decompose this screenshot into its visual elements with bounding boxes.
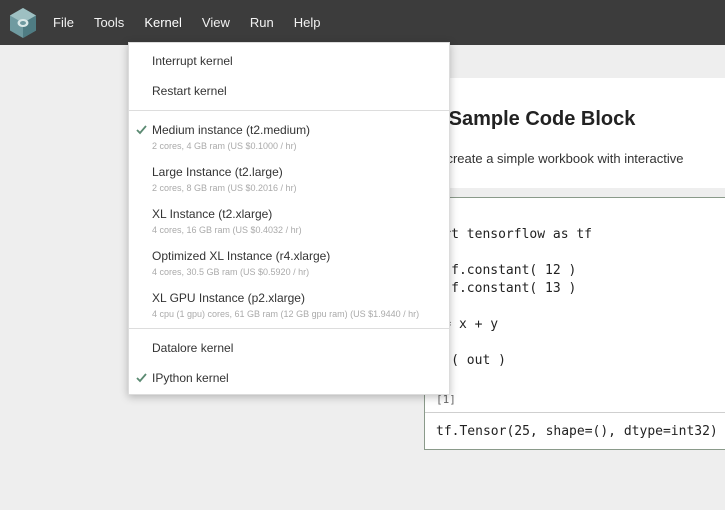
instance-item-r4-xlarge[interactable]: Optimized XL Instance (r4.xlarge) 4 core… xyxy=(129,249,449,277)
datalore-kernel-item[interactable]: Datalore kernel xyxy=(129,341,449,359)
menu-tools[interactable]: Tools xyxy=(84,0,134,45)
instance-specs: 2 cores, 8 GB ram (US $0.2016 / hr) xyxy=(152,183,297,193)
instance-label: XL GPU Instance (p2.xlarge) xyxy=(152,291,305,305)
markdown-cell[interactable]: Your Sample Code Block We can create a s… xyxy=(399,78,725,188)
output-divider xyxy=(425,412,725,413)
cell-output: tf.Tensor(25, shape=(), dtype=int32) xyxy=(436,424,718,439)
code-cell[interactable]: import tensorflow as tf x = tf.constant(… xyxy=(412,197,725,450)
instance-label: XL Instance (t2.xlarge) xyxy=(152,207,273,221)
instance-specs: 4 cores, 30.5 GB ram (US $0.5920 / hr) xyxy=(152,267,310,277)
instance-specs: 4 cpu (1 gpu) cores, 61 GB ram (12 GB gp… xyxy=(152,309,420,319)
top-menu-bar: File Tools Kernel View Run Help xyxy=(0,0,725,45)
instance-label: Medium instance (t2.medium) xyxy=(152,123,311,137)
menu-run[interactable]: Run xyxy=(240,0,284,45)
instance-item-p2-xlarge[interactable]: XL GPU Instance (p2.xlarge) 4 cpu (1 gpu… xyxy=(129,291,449,319)
instance-specs: 2 cores, 4 GB ram (US $0.1000 / hr) xyxy=(152,141,297,151)
instance-item-t2-large[interactable]: Large Instance (t2.large) 2 cores, 8 GB … xyxy=(129,165,449,193)
interrupt-kernel-label: Interrupt kernel xyxy=(152,54,233,68)
app-logo-icon[interactable] xyxy=(8,7,38,39)
menu-view[interactable]: View xyxy=(192,0,240,45)
instance-label: Large Instance (t2.large) xyxy=(152,165,283,179)
restart-kernel-item[interactable]: Restart kernel xyxy=(129,84,449,102)
kernel-label: IPython kernel xyxy=(152,371,229,385)
checkmark-icon xyxy=(136,125,147,135)
checkmark-icon xyxy=(136,373,147,383)
instance-label: Optimized XL Instance (r4.xlarge) xyxy=(152,249,331,263)
instance-specs: 4 cores, 16 GB ram (US $0.4032 / hr) xyxy=(152,225,302,235)
restart-kernel-label: Restart kernel xyxy=(152,84,227,98)
kernel-label: Datalore kernel xyxy=(152,341,234,355)
ipython-kernel-item[interactable]: IPython kernel xyxy=(129,371,449,389)
menu-kernel[interactable]: Kernel xyxy=(134,0,192,45)
kernel-dropdown-menu: Interrupt kernel Restart kernel Medium i… xyxy=(128,42,450,395)
menu-divider xyxy=(129,110,449,111)
instance-item-t2-medium[interactable]: Medium instance (t2.medium) 2 cores, 4 G… xyxy=(129,123,449,151)
menu-help[interactable]: Help xyxy=(284,0,331,45)
interrupt-kernel-item[interactable]: Interrupt kernel xyxy=(129,54,449,72)
instance-item-t2-xlarge[interactable]: XL Instance (t2.xlarge) 4 cores, 16 GB r… xyxy=(129,207,449,235)
menu-divider xyxy=(129,328,449,329)
menu-file[interactable]: File xyxy=(43,0,84,45)
